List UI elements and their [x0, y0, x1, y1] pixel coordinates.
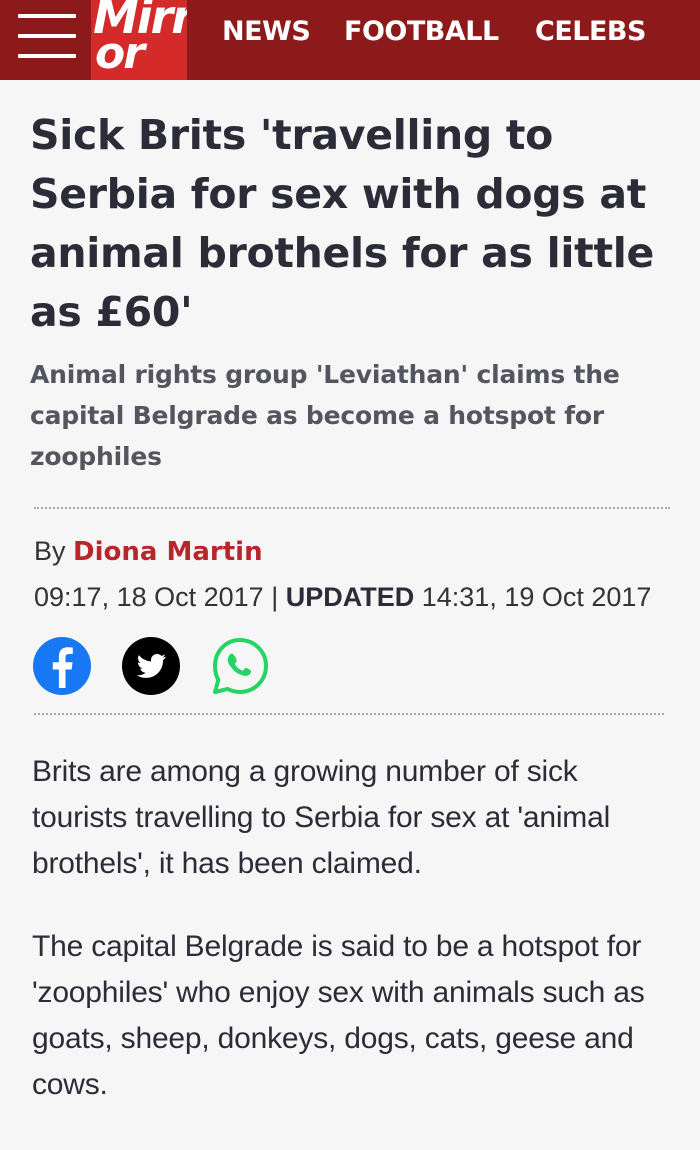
article-standfirst: Animal rights group 'Leviathan' claims t… — [30, 360, 620, 471]
article-paragraph: The capital Belgrade is said to be a hot… — [32, 930, 645, 1101]
nav-celebs[interactable]: CELEBS — [535, 0, 646, 80]
byline-prefix: By — [34, 536, 66, 566]
article-headline: Sick Brits 'travelling to Serbia for sex… — [30, 111, 654, 336]
twitter-icon[interactable] — [121, 636, 181, 696]
dateline: 09:17, 18 Oct 2017 | UPDATED 14:31, 19 O… — [34, 578, 651, 616]
date-separator: | — [271, 582, 279, 612]
byline: By Diona Martin — [34, 532, 263, 571]
nav-football[interactable]: FOOTBALL — [344, 0, 499, 80]
top-bar: Mirr or NEWS FOOTBALL CELEBS — [0, 0, 700, 80]
published-time: 09:17, 18 Oct 2017 — [34, 582, 264, 612]
menu-line — [18, 54, 76, 58]
nav-news[interactable]: NEWS — [222, 0, 311, 80]
author-link[interactable]: Diona Martin — [73, 537, 263, 567]
facebook-icon[interactable] — [32, 636, 92, 696]
updated-time: 14:31, 19 Oct 2017 — [421, 582, 652, 612]
menu-line — [18, 14, 76, 18]
mirror-logo[interactable]: Mirr or — [91, 0, 187, 80]
updated-label: UPDATED — [285, 582, 415, 612]
logo-text-bottom: or — [95, 28, 145, 79]
article-paragraph: Brits are among a growing number of sick… — [32, 755, 611, 880]
divider — [34, 507, 670, 509]
whatsapp-icon[interactable] — [210, 636, 270, 696]
menu-line — [18, 34, 76, 38]
divider — [34, 713, 664, 715]
hamburger-menu-icon[interactable] — [18, 14, 76, 58]
